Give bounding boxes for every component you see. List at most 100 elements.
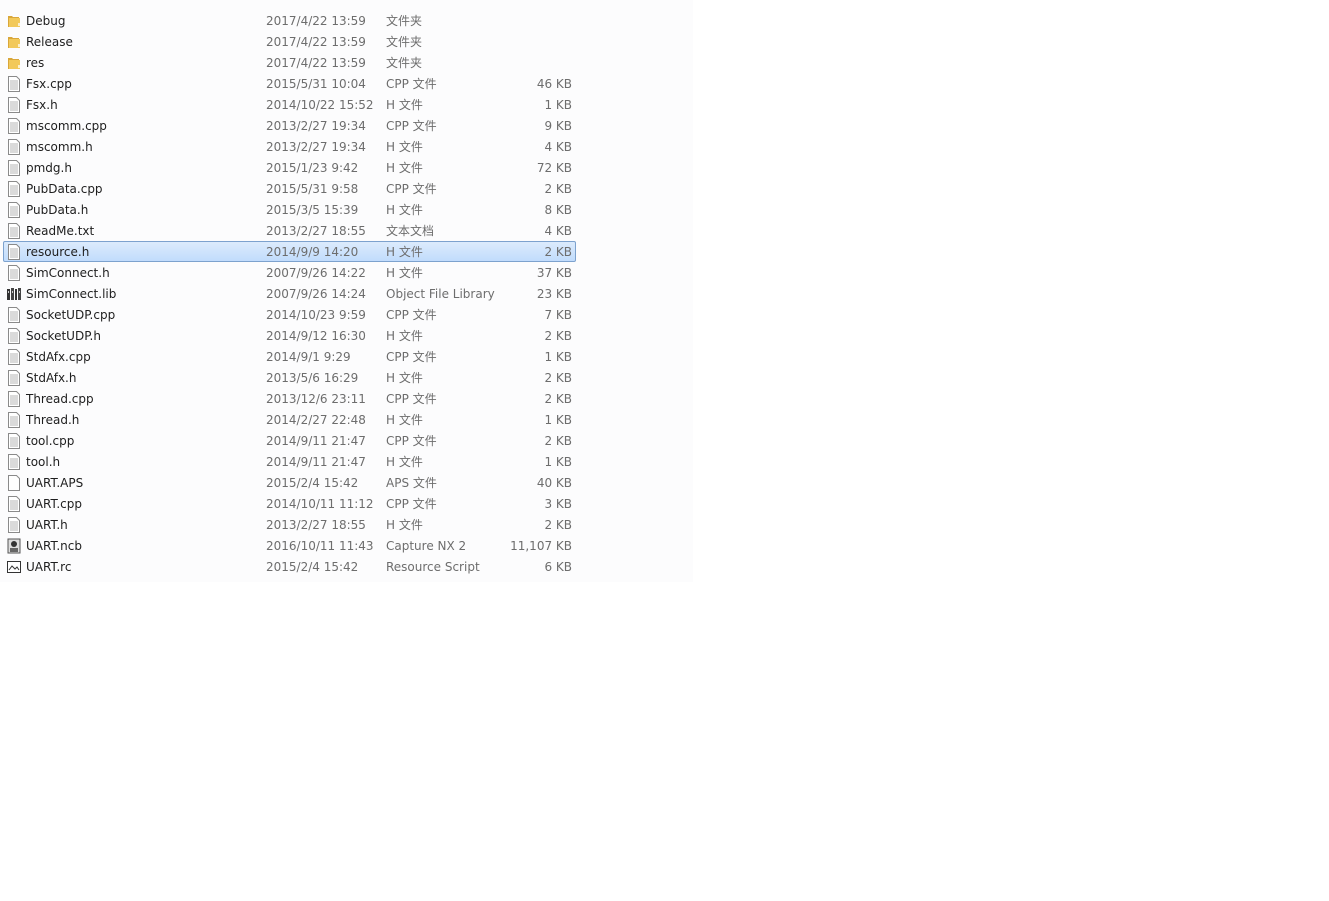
file-name: Thread.h: [26, 413, 80, 427]
file-type: CPP 文件: [386, 77, 437, 91]
file-row[interactable]: UART.cpp 2014/10/11 11:12 CPP 文件 3 KB: [3, 493, 576, 514]
file-date: 2014/10/23 9:59: [266, 308, 366, 322]
file-type: APS 文件: [386, 476, 437, 490]
file-date: 2014/9/11 21:47: [266, 455, 366, 469]
file-size: 1 KB: [544, 98, 572, 112]
file-name: pmdg.h: [26, 161, 72, 175]
blank-file-icon: [7, 475, 21, 491]
text-file-icon: [7, 202, 21, 218]
file-date: 2017/4/22 13:59: [266, 14, 366, 28]
file-row[interactable]: UART.rc 2015/2/4 15:42 Resource Script 6 KB: [3, 556, 576, 577]
file-size: 1 KB: [544, 413, 572, 427]
file-type: 文件夹: [386, 14, 423, 28]
file-name: StdAfx.cpp: [26, 350, 91, 364]
file-name: Fsx.cpp: [26, 77, 72, 91]
library-file-icon: [7, 286, 21, 302]
file-row[interactable]: StdAfx.cpp 2014/9/1 9:29 CPP 文件 1 KB: [3, 346, 576, 367]
file-row[interactable]: SocketUDP.cpp 2014/10/23 9:59 CPP 文件 7 KB: [3, 304, 576, 325]
file-name: resource.h: [26, 245, 90, 259]
file-type: H 文件: [386, 203, 423, 217]
file-size: 72 KB: [536, 161, 572, 175]
file-date: 2015/1/23 9:42: [266, 161, 359, 175]
file-row[interactable]: res 2017/4/22 13:59 文件夹: [3, 52, 576, 73]
resource-script-icon: [7, 559, 21, 575]
file-name: StdAfx.h: [26, 371, 77, 385]
file-row[interactable]: UART.h 2013/2/27 18:55 H 文件 2 KB: [3, 514, 576, 535]
text-file-icon: [7, 76, 21, 92]
file-date: 2017/4/22 13:59: [266, 35, 366, 49]
file-type: Resource Script: [386, 560, 480, 574]
file-date: 2014/2/27 22:48: [266, 413, 366, 427]
file-type: H 文件: [386, 329, 423, 343]
file-name: Debug: [26, 14, 66, 28]
text-file-icon: [7, 97, 21, 113]
file-type: CPP 文件: [386, 497, 437, 511]
text-file-icon: [7, 454, 21, 470]
file-row[interactable]: mscomm.cpp 2013/2/27 19:34 CPP 文件 9 KB: [3, 115, 576, 136]
file-size: 2 KB: [544, 182, 572, 196]
file-size: 9 KB: [544, 119, 572, 133]
file-type: CPP 文件: [386, 392, 437, 406]
file-size: 23 KB: [536, 287, 572, 301]
file-row[interactable]: Fsx.cpp 2015/5/31 10:04 CPP 文件 46 KB: [3, 73, 576, 94]
file-row[interactable]: PubData.cpp 2015/5/31 9:58 CPP 文件 2 KB: [3, 178, 576, 199]
file-type: H 文件: [386, 455, 423, 469]
text-file-icon: [7, 223, 21, 239]
file-type: H 文件: [386, 266, 423, 280]
file-type: H 文件: [386, 245, 423, 259]
file-type: CPP 文件: [386, 434, 437, 448]
text-file-icon: [7, 139, 21, 155]
file-size: 2 KB: [544, 245, 572, 259]
file-size: 2 KB: [544, 329, 572, 343]
file-name: mscomm.cpp: [26, 119, 107, 133]
file-row[interactable]: Fsx.h 2014/10/22 15:52 H 文件 1 KB: [3, 94, 576, 115]
file-row[interactable]: StdAfx.h 2013/5/6 16:29 H 文件 2 KB: [3, 367, 576, 388]
file-row[interactable]: tool.cpp 2014/9/11 21:47 CPP 文件 2 KB: [3, 430, 576, 451]
file-date: 2007/9/26 14:24: [266, 287, 366, 301]
file-row[interactable]: pmdg.h 2015/1/23 9:42 H 文件 72 KB: [3, 157, 576, 178]
file-row[interactable]: PubData.h 2015/3/5 15:39 H 文件 8 KB: [3, 199, 576, 220]
file-name: Fsx.h: [26, 98, 58, 112]
file-row[interactable]: resource.h 2014/9/9 14:20 H 文件 2 KB: [3, 241, 576, 262]
file-name: Thread.cpp: [26, 392, 94, 406]
file-row[interactable]: SimConnect.lib 2007/9/26 14:24 Object File…: [3, 283, 576, 304]
file-row[interactable]: Thread.cpp 2013/12/6 23:11 CPP 文件 2 KB: [3, 388, 576, 409]
text-file-icon: [7, 433, 21, 449]
file-name: PubData.cpp: [26, 182, 103, 196]
file-row[interactable]: UART.APS 2015/2/4 15:42 APS 文件 40 KB: [3, 472, 576, 493]
file-type: 文件夹: [386, 56, 423, 70]
file-row[interactable]: mscomm.h 2013/2/27 19:34 H 文件 4 KB: [3, 136, 576, 157]
file-row[interactable]: Release 2017/4/22 13:59 文件夹: [3, 31, 576, 52]
file-type: H 文件: [386, 371, 423, 385]
text-file-icon: [7, 181, 21, 197]
file-size: 46 KB: [536, 77, 572, 91]
file-type: Capture NX 2: [386, 539, 467, 553]
file-row[interactable]: tool.h 2014/9/11 21:47 H 文件 1 KB: [3, 451, 576, 472]
file-row[interactable]: Thread.h 2014/2/27 22:48 H 文件 1 KB: [3, 409, 576, 430]
file-date: 2014/9/9 14:20: [266, 245, 359, 259]
file-name: UART.cpp: [26, 497, 83, 511]
file-name: UART.h: [26, 518, 68, 532]
text-file-icon: [7, 160, 21, 176]
file-row[interactable]: ReadMe.txt 2013/2/27 18:55 文本文档 4 KB: [3, 220, 576, 241]
file-date: 2015/2/4 15:42: [266, 560, 359, 574]
file-name: UART.ncb: [26, 539, 82, 553]
file-row[interactable]: SocketUDP.h 2014/9/12 16:30 H 文件 2 KB: [3, 325, 576, 346]
text-file-icon: [7, 118, 21, 134]
file-row[interactable]: Debug 2017/4/22 13:59 文件夹: [3, 10, 576, 31]
file-name: UART.APS: [26, 476, 84, 490]
file-type: 文本文档: [386, 224, 435, 238]
text-file-icon: [7, 265, 21, 281]
file-name: Release: [26, 35, 73, 49]
file-row[interactable]: SimConnect.h 2007/9/26 14:22 H 文件 37 KB: [3, 262, 576, 283]
text-file-icon: [7, 328, 21, 344]
file-name: tool.h: [26, 455, 61, 469]
file-type: H 文件: [386, 98, 423, 112]
file-size: 40 KB: [536, 476, 572, 490]
file-size: 6 KB: [544, 560, 572, 574]
file-row[interactable]: UART.ncb 2016/10/11 11:43 Capture NX 2 11,1…: [3, 535, 576, 556]
file-date: 2014/9/1 9:29: [266, 350, 351, 364]
file-date: 2014/9/11 21:47: [266, 434, 366, 448]
file-date: 2013/2/27 19:34: [266, 140, 366, 154]
file-name: PubData.h: [26, 203, 89, 217]
